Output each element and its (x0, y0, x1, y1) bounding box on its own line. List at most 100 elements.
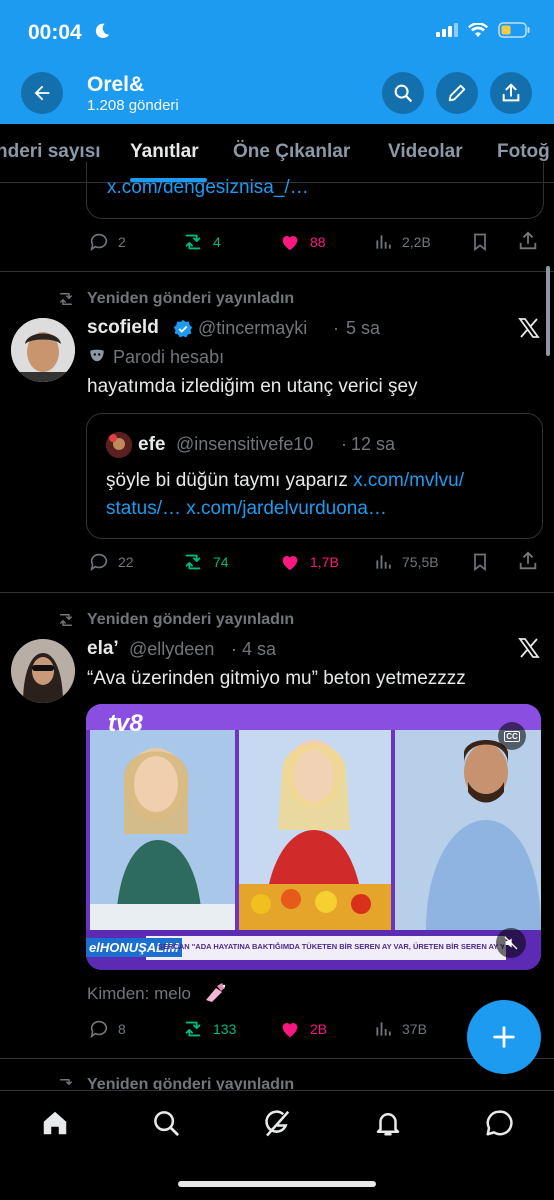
author-handle[interactable]: @ellydeen (129, 639, 214, 660)
heart-icon (282, 1023, 298, 1038)
parody-mask-icon (87, 347, 107, 370)
reply-count: 8 (118, 1021, 126, 1037)
avatar[interactable] (11, 318, 75, 382)
post-text: “Ava üzerinden gitmiyo mu” beton yetmezz… (87, 668, 466, 689)
like-button[interactable]: 2B (278, 1018, 327, 1040)
bookmark-button[interactable] (470, 231, 490, 258)
reply-button[interactable]: 22 (88, 551, 134, 573)
author-name[interactable]: scofield (87, 317, 159, 339)
search-icon (154, 1111, 179, 1136)
tab-highlights[interactable]: Öne Çıkanlar (233, 141, 350, 163)
status-time: 00:04 (28, 21, 82, 44)
divider (0, 1058, 554, 1059)
quote-author-name[interactable]: efe (138, 434, 165, 456)
status-indicators (436, 21, 530, 43)
back-button[interactable] (21, 72, 63, 114)
nav-notifications[interactable] (372, 1107, 404, 1139)
edit-button[interactable] (436, 72, 478, 114)
quote-avatar[interactable] (106, 432, 132, 458)
repost-button[interactable]: 74 (181, 551, 229, 573)
reply-icon (90, 553, 108, 572)
like-count: 1,7B (310, 554, 339, 570)
divider (0, 271, 554, 272)
views-button[interactable]: 75,5B (374, 551, 439, 573)
nav-grok[interactable] (261, 1107, 293, 1139)
reply-icon (90, 233, 108, 252)
grok-icon (265, 1110, 290, 1137)
verified-icon (173, 319, 193, 344)
video-frame (86, 704, 541, 970)
view-count: 2,2B (402, 234, 431, 250)
nav-messages[interactable] (483, 1107, 515, 1139)
bookmark-icon (474, 553, 486, 572)
tab-post-count[interactable]: nderi sayısı (0, 141, 101, 163)
share-icon (519, 551, 537, 570)
repost-icon (55, 290, 77, 313)
nav-explore[interactable] (150, 1107, 182, 1139)
quoted-post-card[interactable]: x.com/dengesiznisa_/… (86, 162, 544, 219)
view-count: 75,5B (402, 554, 439, 570)
repost-button[interactable]: 4 (181, 231, 221, 253)
quoted-post-card[interactable]: efe @insensitivefe10 · 12 sa şöyle bi dü… (86, 413, 543, 539)
search-icon (394, 84, 412, 102)
home-indicator (178, 1181, 376, 1187)
quote-author-handle[interactable]: @insensitivefe10 (176, 434, 313, 455)
repost-label: Yeniden gönderi yayınladın (87, 290, 295, 307)
home-icon (43, 1111, 67, 1135)
like-button[interactable]: 88 (278, 231, 326, 253)
share-button[interactable] (490, 72, 532, 114)
quote-link[interactable]: status/… (106, 498, 181, 519)
quote-time: 12 sa (351, 434, 396, 454)
views-icon (376, 1022, 391, 1036)
author-name[interactable]: ela’ (87, 638, 119, 660)
parody-badge: Parodi hesabı (113, 347, 225, 367)
views-button[interactable]: 2,2B (374, 231, 431, 253)
pencil-icon (448, 84, 466, 102)
bookmark-button[interactable] (470, 551, 490, 578)
tab-videos[interactable]: Videolar (388, 141, 463, 163)
captions-button[interactable]: CC (498, 722, 526, 750)
views-button[interactable]: 37B (374, 1018, 427, 1040)
channel-logo: tv8 (108, 710, 143, 737)
quote-link[interactable]: x.com/jardelvurduona… (186, 498, 387, 519)
compose-button[interactable] (467, 1000, 541, 1074)
reply-button[interactable]: 8 (88, 1018, 126, 1040)
tab-replies[interactable]: Yanıtlar (130, 141, 199, 163)
plus-icon (493, 1026, 515, 1048)
post-text: hayatımda izlediğim en utanç verici şey (87, 376, 418, 397)
repost-icon (185, 1021, 201, 1037)
scrollbar[interactable] (546, 266, 550, 356)
repost-icon (185, 554, 201, 570)
quote-text: şöyle bi düğün taymı yaparız x.com/mvlvu… (106, 470, 464, 519)
post-time: 4 sa (242, 639, 277, 659)
x-logo-icon (517, 636, 541, 665)
bell-icon (376, 1113, 400, 1136)
x-logo-icon (517, 316, 541, 345)
post-count: 1.208 gönderi (87, 97, 179, 114)
search-button[interactable] (382, 72, 424, 114)
cc-icon: CC (504, 730, 520, 742)
mute-button[interactable] (496, 928, 526, 958)
tab-photos[interactable]: Fotoğ (497, 141, 550, 163)
like-count: 2B (310, 1021, 328, 1037)
message-icon (486, 1110, 513, 1136)
repost-count: 74 (213, 554, 229, 570)
arrow-left-icon (34, 85, 50, 101)
nav-home[interactable] (39, 1107, 71, 1139)
post-link[interactable]: x.com/dengesiznisa_/… (107, 177, 309, 199)
reply-count: 2 (118, 234, 126, 250)
quote-link[interactable]: x.com/mvlvu/ (353, 470, 464, 491)
share-post-button[interactable] (517, 550, 539, 577)
like-button[interactable]: 1,7B (278, 551, 339, 573)
video-player[interactable]: tv8 elHONUŞALIM SERCAN "ADA HAYATINA BAK… (86, 704, 541, 970)
video-caption: SERCAN "ADA HAYATINA BAKTIĞIMDA TÜKETEN … (158, 942, 504, 951)
page-title: Orel& (87, 73, 145, 96)
profile-header: 00:04 Orel& 1.208 gönderi (0, 0, 554, 124)
avatar[interactable] (11, 639, 75, 703)
share-icon (502, 83, 520, 102)
author-handle[interactable]: @tincermayki (198, 318, 307, 339)
reply-button[interactable]: 2 (88, 231, 126, 253)
share-post-button[interactable] (517, 230, 539, 257)
share-icon (519, 231, 537, 250)
repost-button[interactable]: 133 (181, 1018, 236, 1040)
